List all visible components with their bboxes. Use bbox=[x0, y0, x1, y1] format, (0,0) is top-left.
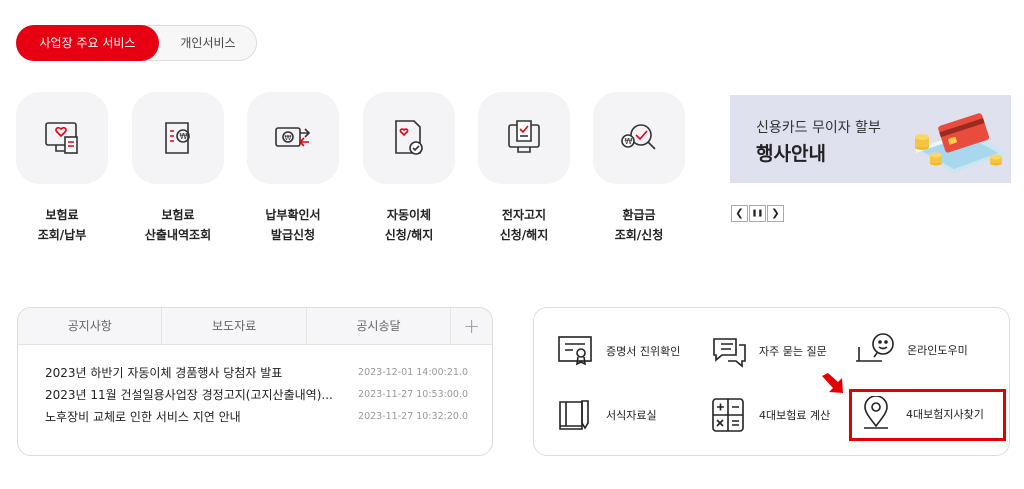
svg-text:₩: ₩ bbox=[180, 132, 188, 141]
chat-bubble-icon bbox=[713, 338, 746, 368]
quick-label-line1: 전자고지 bbox=[501, 208, 547, 222]
list-item[interactable]: 2023년 11월 건설일용사업장 경정고지(고지산출내역)... 2023-1… bbox=[18, 384, 492, 406]
list-item[interactable]: 노후장비 교체로 인한 서비스 지연 안내 2023-11-27 10:32:2… bbox=[18, 406, 492, 428]
promo-banner[interactable]: 신용카드 무이자 할부 행사안내 bbox=[730, 95, 1011, 183]
link-label: 자주 묻는 질문 bbox=[759, 345, 827, 358]
quick-label-line1: 환급금 bbox=[622, 208, 656, 222]
quick-menu-payment-cert[interactable]: ₩ 납부확인서발급신청 bbox=[246, 92, 340, 245]
banner-prev-button[interactable]: ❮ bbox=[731, 205, 748, 222]
quick-label-line1: 자동이체 bbox=[386, 208, 432, 222]
quick-menu-refund[interactable]: ₩ 환급금조회/신청 bbox=[592, 92, 686, 245]
banner-pause-button[interactable]: ❚❚ bbox=[749, 205, 766, 222]
refund-search-icon: ₩ bbox=[593, 92, 685, 184]
notice-title[interactable]: 노후장비 교체로 인한 서비스 지연 안내 bbox=[45, 406, 241, 428]
link-certificate-verify[interactable]: 증명서 진위확인 bbox=[556, 333, 680, 369]
link-label: 4대보험료 계산 bbox=[759, 409, 831, 422]
service-toggle: 사업장 주요 서비스 개인서비스 bbox=[16, 25, 257, 61]
link-forms-library[interactable]: 서식자료실 bbox=[556, 397, 657, 433]
business-service-tab[interactable]: 사업장 주요 서비스 bbox=[16, 25, 159, 61]
notice-date: 2023-11-27 10:53:00.0 bbox=[358, 389, 468, 400]
svg-text:₩: ₩ bbox=[285, 134, 292, 142]
quick-label-line2: 조회/납부 bbox=[37, 228, 87, 242]
banner-controls: ❮ ❚❚ ❯ bbox=[731, 205, 785, 222]
quick-label-line2: 발급신청 bbox=[270, 228, 316, 242]
notice-tabs: 공지사항 보도자료 공시송달 + bbox=[18, 308, 492, 345]
tab-press[interactable]: 보도자료 bbox=[162, 308, 307, 344]
notice-list: 2023년 하반기 자동이체 경품행사 당첨자 발표 2023-12-01 14… bbox=[18, 345, 492, 428]
list-item[interactable]: 2023년 하반기 자동이체 경품행사 당첨자 발표 2023-12-01 14… bbox=[18, 362, 492, 384]
quick-menu-e-notice[interactable]: 전자고지신청/해지 bbox=[477, 92, 571, 245]
highlight-box bbox=[849, 389, 1006, 441]
quick-label-line1: 보험료 bbox=[161, 208, 195, 222]
quick-label-line1: 보험료 bbox=[45, 208, 79, 222]
link-label: 온라인도우미 bbox=[907, 344, 968, 357]
notice-panel: 공지사항 보도자료 공시송달 + 2023년 하반기 자동이체 경품행사 당첨자… bbox=[17, 307, 493, 456]
notice-title[interactable]: 2023년 11월 건설일용사업장 경정고지(고지산출내역)... bbox=[45, 384, 333, 406]
link-label: 증명서 진위확인 bbox=[606, 345, 681, 358]
more-plus-icon[interactable]: + bbox=[451, 308, 492, 344]
quick-label-line1: 납부확인서 bbox=[265, 208, 321, 222]
credit-card-phone-icon bbox=[915, 113, 1006, 173]
notice-date: 2023-12-01 14:00:21.0 bbox=[358, 367, 468, 378]
book-pencil-icon bbox=[559, 400, 589, 430]
link-label: 서식자료실 bbox=[606, 409, 657, 422]
quick-label-line2: 산출내역조회 bbox=[144, 228, 212, 242]
notice-date: 2023-11-27 10:32:20.0 bbox=[358, 411, 468, 422]
notice-title[interactable]: 2023년 하반기 자동이체 경품행사 당첨자 발표 bbox=[45, 362, 282, 384]
auto-transfer-doc-icon bbox=[363, 92, 455, 184]
quick-menu-auto-transfer[interactable]: 자동이체신청/해지 bbox=[362, 92, 456, 245]
document-won-icon: ₩ bbox=[132, 92, 224, 184]
quick-menu-premium-detail[interactable]: ₩ 보험료산출내역조회 bbox=[131, 92, 225, 245]
red-arrow-icon bbox=[822, 373, 843, 393]
personal-service-tab[interactable]: 개인서비스 bbox=[159, 25, 257, 61]
quick-menu-premium-pay[interactable]: 보험료조회/납부 bbox=[15, 92, 109, 245]
calculator-icon bbox=[712, 398, 744, 432]
link-online-helper[interactable]: 온라인도우미 bbox=[855, 331, 968, 369]
tab-notice[interactable]: 공지사항 bbox=[18, 308, 163, 344]
svg-text:₩: ₩ bbox=[625, 137, 633, 146]
online-helper-icon bbox=[856, 333, 894, 362]
quick-label-line2: 조회/신청 bbox=[614, 228, 664, 242]
certificate-icon bbox=[558, 336, 592, 366]
link-premium-calculator[interactable]: 4대보험료 계산 bbox=[709, 397, 830, 433]
banner-subtitle: 신용카드 무이자 할부 bbox=[756, 120, 881, 136]
link-faq[interactable]: 자주 묻는 질문 bbox=[709, 333, 827, 369]
payment-transfer-icon: ₩ bbox=[247, 92, 339, 184]
quick-label-line2: 신청/해지 bbox=[499, 228, 549, 242]
e-notice-monitor-icon bbox=[478, 92, 570, 184]
invoice-monitor-icon bbox=[16, 92, 108, 184]
quick-label-line2: 신청/해지 bbox=[384, 228, 434, 242]
banner-title: 행사안내 bbox=[756, 143, 826, 165]
banner-next-button[interactable]: ❯ bbox=[767, 205, 784, 222]
tab-public-notice[interactable]: 공시송달 bbox=[307, 308, 452, 344]
